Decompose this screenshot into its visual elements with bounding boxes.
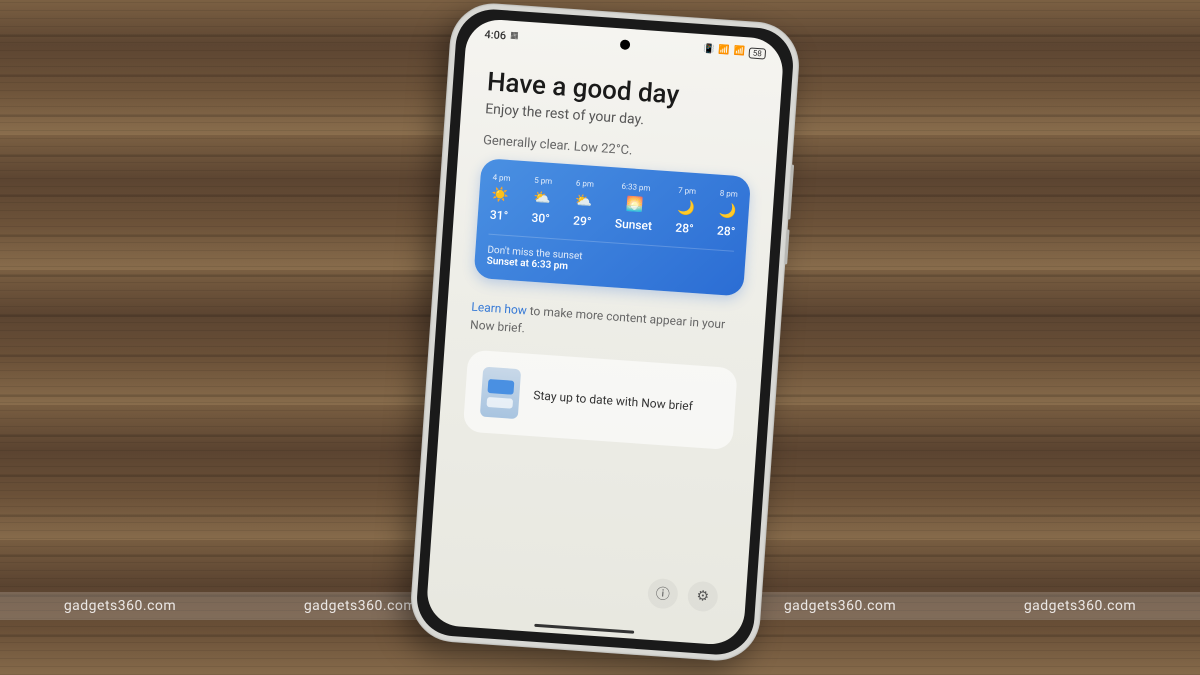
hour-time: 4 pm: [492, 173, 511, 183]
wifi-icon: 📶: [718, 45, 730, 56]
moon-icon: 🌙: [677, 200, 696, 217]
hour-item: 5 pm ⛅ 30°: [531, 176, 553, 226]
battery-level: 58: [748, 47, 766, 59]
sunset-icon: 🌅: [626, 196, 645, 213]
hour-item: 8 pm 🌙 28°: [717, 189, 739, 239]
watermark-text: gadgets360.com: [304, 598, 416, 614]
now-brief-thumbnail: [480, 367, 521, 420]
learn-how-link[interactable]: Learn how: [471, 300, 527, 318]
hour-time: 6:33 pm: [621, 182, 650, 193]
hour-item: 6:33 pm 🌅 Sunset: [614, 182, 655, 233]
hour-temp: 29°: [573, 214, 592, 229]
phone-bezel: 4:06 ▦ 📳 📶 📶 58 Have a good day Enjoy th…: [415, 7, 796, 657]
now-brief-text: Stay up to date with Now brief: [533, 387, 720, 417]
screen-content: Have a good day Enjoy the rest of your d…: [451, 67, 758, 625]
hour-temp: 31°: [489, 208, 508, 223]
settings-button[interactable]: ⚙: [687, 580, 719, 612]
sunset-note: Don't miss the sunset Sunset at 6:33 pm: [486, 234, 734, 284]
partly-cloudy-icon: ⛅: [533, 190, 552, 207]
home-indicator[interactable]: [534, 624, 634, 634]
sun-icon: ☀️: [491, 187, 510, 204]
hour-item: 4 pm ☀️ 31°: [489, 173, 511, 223]
hour-time: 7 pm: [678, 186, 697, 196]
hour-item: 7 pm 🌙 28°: [675, 186, 697, 236]
learn-text: Learn how to make more content appear in…: [470, 298, 742, 353]
phone-device: 4:06 ▦ 📳 📶 📶 58 Have a good day Enjoy th…: [408, 1, 802, 664]
gear-icon: ⚙: [696, 588, 710, 605]
hour-temp: 28°: [717, 224, 736, 239]
phone-screen: 4:06 ▦ 📳 📶 📶 58 Have a good day Enjoy th…: [425, 18, 785, 647]
watermark-text: gadgets360.com: [64, 598, 176, 614]
status-right: 📳 📶 📶 58: [703, 44, 766, 59]
bottom-actions: ⓘ ⚙: [647, 578, 719, 613]
info-icon: ⓘ: [655, 583, 670, 604]
hour-temp: Sunset: [614, 216, 652, 233]
hour-time: 8 pm: [719, 189, 738, 199]
hour-temp: 30°: [531, 211, 550, 226]
hour-time: 6 pm: [576, 179, 595, 189]
vibrate-icon: 📳: [703, 44, 715, 55]
hour-time: 5 pm: [534, 176, 553, 186]
now-brief-card[interactable]: Stay up to date with Now brief: [463, 350, 738, 451]
calendar-icon: ▦: [510, 31, 519, 42]
status-left: 4:06 ▦: [484, 27, 519, 42]
signal-icon: 📶: [733, 46, 745, 57]
info-button[interactable]: ⓘ: [647, 578, 679, 610]
partly-cloudy-icon: ⛅: [574, 193, 593, 210]
watermark-text: gadgets360.com: [1024, 598, 1136, 614]
hour-temp: 28°: [675, 221, 694, 236]
weather-card[interactable]: 4 pm ☀️ 31° 5 pm ⛅ 30° 6 pm ⛅ 29°: [473, 158, 751, 297]
watermark-text: gadgets360.com: [784, 598, 896, 614]
status-time: 4:06: [484, 27, 507, 41]
hourly-forecast: 4 pm ☀️ 31° 5 pm ⛅ 30° 6 pm ⛅ 29°: [489, 173, 738, 239]
status-bar: 4:06 ▦ 📳 📶 📶 58: [466, 18, 785, 70]
moon-icon: 🌙: [718, 203, 737, 220]
hour-item: 6 pm ⛅ 29°: [573, 179, 595, 229]
